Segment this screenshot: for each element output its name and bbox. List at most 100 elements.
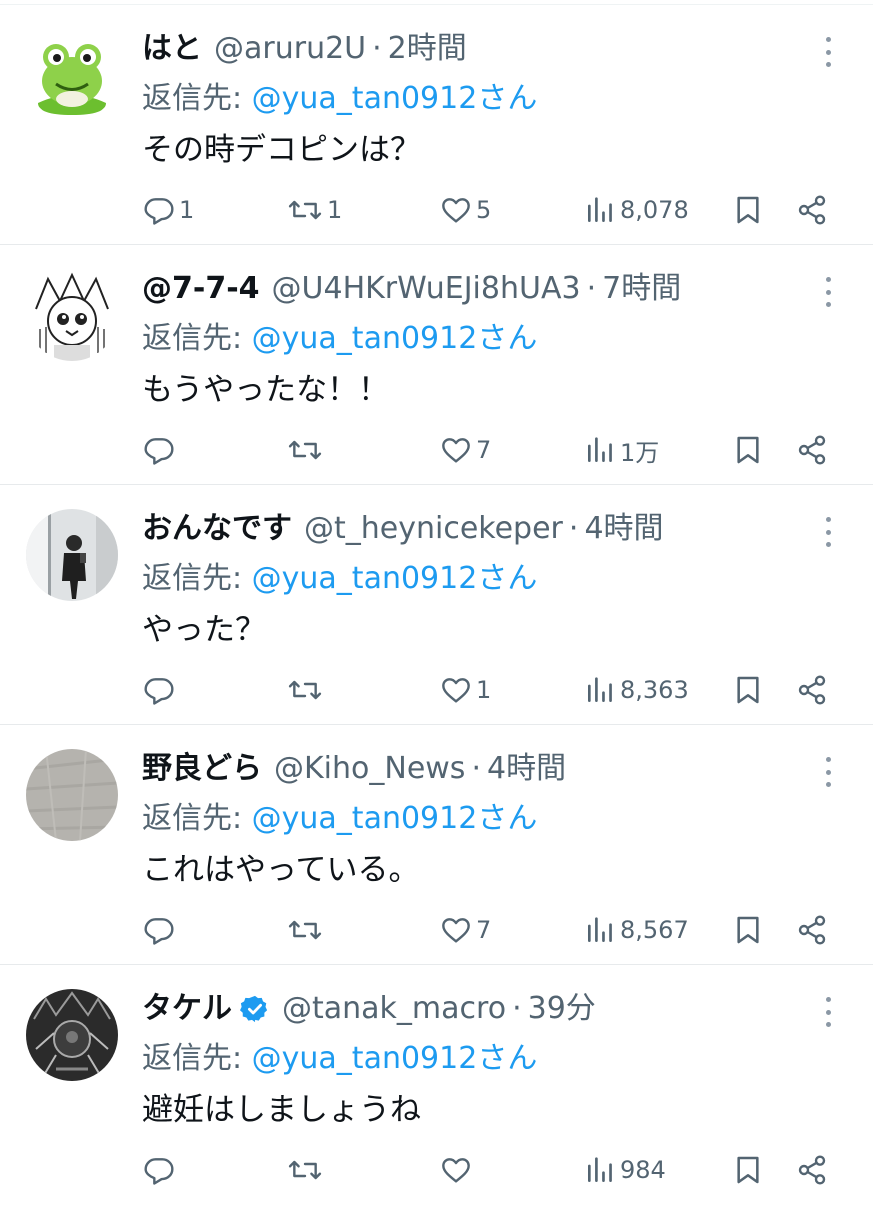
action-bar: 7 8,567 [0, 905, 873, 955]
action-bar: 1 1 5 8,078 [0, 185, 873, 235]
more-options-icon[interactable] [814, 755, 842, 789]
tweet-reply[interactable]: @7-7-4 @U4HKrWuEJi8hUA3 · 7時間 返信先: @yua_… [0, 245, 873, 485]
heart-icon [442, 918, 470, 943]
reply-target-link[interactable]: @yua_tan0912さん [252, 321, 538, 356]
reply-context: 返信先: @yua_tan0912さん [142, 1035, 537, 1083]
avatar[interactable] [26, 749, 118, 841]
bookmark-icon [737, 436, 759, 464]
reply-prefix: 返信先: [142, 801, 252, 836]
tweet-text: もうやったな！！ [142, 372, 390, 408]
display-name[interactable]: @7-7-4 [142, 265, 260, 313]
reply-button[interactable] [143, 905, 179, 955]
bookmark-button[interactable] [733, 665, 763, 715]
tweet-text: これはやっている。 [142, 852, 420, 888]
reply-target-link[interactable]: @yua_tan0912さん [252, 801, 538, 836]
reply-count: 1 [179, 196, 195, 224]
reply-button[interactable] [143, 425, 179, 475]
reply-prefix: 返信先: [142, 1041, 252, 1076]
views-button[interactable]: 1万 [584, 425, 659, 475]
share-button[interactable] [796, 665, 828, 715]
reply-prefix: 返信先: [142, 81, 252, 116]
user-handle[interactable]: @t_heynicekeper [304, 505, 563, 553]
display-name[interactable]: タケル [142, 985, 232, 1033]
like-button[interactable] [440, 1145, 476, 1195]
analytics-icon [588, 437, 612, 462]
share-button[interactable] [796, 425, 828, 475]
avatar[interactable] [26, 509, 118, 601]
heart-icon [442, 198, 470, 223]
timestamp[interactable]: 4時間 [584, 505, 663, 553]
action-bar: 7 1万 [0, 425, 873, 475]
view-count: 1万 [620, 438, 660, 467]
reply-prefix: 返信先: [142, 321, 252, 356]
reply-target-link[interactable]: @yua_tan0912さん [252, 561, 538, 596]
share-icon [798, 1155, 826, 1185]
retweet-icon [288, 440, 322, 460]
like-button[interactable]: 7 [440, 425, 491, 475]
tweet-reply[interactable]: 野良どら @Kiho_News · 4時間 返信先: @yua_tan0912さ… [0, 725, 873, 965]
avatar[interactable] [26, 269, 118, 361]
view-count: 984 [620, 1156, 666, 1184]
frog-avatar-icon [26, 29, 118, 121]
retweet-button[interactable]: 1 [287, 185, 342, 235]
more-options-icon[interactable] [814, 995, 842, 1029]
timestamp[interactable]: 4時間 [487, 745, 566, 793]
separator: · [586, 271, 597, 306]
tweet-header: タケル @tanak_macro · 39分 [142, 985, 596, 1033]
views-button[interactable]: 8,078 [584, 185, 689, 235]
user-handle[interactable]: @aruru2U [214, 25, 366, 73]
tweet-header: 野良どら @Kiho_News · 4時間 [142, 745, 566, 793]
timestamp[interactable]: 7時間 [602, 265, 681, 313]
more-options-icon[interactable] [814, 515, 842, 549]
like-count: 7 [476, 436, 492, 464]
share-button[interactable] [796, 905, 828, 955]
tweet-reply[interactable]: はと @aruru2U · 2時間 返信先: @yua_tan0912さん その… [0, 5, 873, 245]
bookmark-button[interactable] [733, 905, 763, 955]
tweet-header: @7-7-4 @U4HKrWuEJi8hUA3 · 7時間 [142, 265, 681, 313]
like-button[interactable]: 5 [440, 185, 491, 235]
user-handle[interactable]: @tanak_macro [282, 985, 506, 1033]
retweet-button[interactable] [287, 905, 327, 955]
display-name[interactable]: 野良どら [142, 745, 262, 793]
tweet-reply[interactable]: タケル @tanak_macro · 39分 返信先: @yua_tan0912… [0, 965, 873, 1205]
user-handle[interactable]: @Kiho_News [274, 745, 465, 793]
timestamp[interactable]: 39分 [528, 985, 596, 1033]
bookmark-button[interactable] [733, 185, 763, 235]
avatar[interactable] [26, 29, 118, 121]
reply-target-link[interactable]: @yua_tan0912さん [252, 81, 538, 116]
like-button[interactable]: 7 [440, 905, 491, 955]
share-button[interactable] [796, 1145, 828, 1195]
retweet-button[interactable] [287, 665, 327, 715]
more-options-icon[interactable] [814, 35, 842, 69]
like-button[interactable]: 1 [440, 665, 491, 715]
tweet-text: 避妊はしましょうね [142, 1092, 421, 1128]
reply-button[interactable] [143, 1145, 179, 1195]
reply-target-link[interactable]: @yua_tan0912さん [252, 1041, 538, 1076]
bookmark-button[interactable] [733, 425, 763, 475]
bookmark-button[interactable] [733, 1145, 763, 1195]
reply-button[interactable]: 1 [143, 185, 194, 235]
display-name[interactable]: はと [142, 25, 202, 73]
tweet-reply[interactable]: おんなです @t_heynicekeper · 4時間 返信先: @yua_ta… [0, 485, 873, 725]
share-icon [798, 675, 826, 705]
heart-icon [442, 1158, 470, 1183]
gray-texture-avatar-icon [26, 749, 118, 841]
retweet-icon [288, 680, 322, 700]
share-button[interactable] [796, 185, 828, 235]
analytics-icon [588, 197, 612, 222]
dark-art-avatar-icon [26, 989, 118, 1081]
more-options-icon[interactable] [814, 275, 842, 309]
reply-button[interactable] [143, 665, 179, 715]
user-handle[interactable]: @U4HKrWuEJi8hUA3 [272, 265, 581, 313]
views-button[interactable]: 984 [584, 1145, 666, 1195]
display-name[interactable]: おんなです [142, 505, 292, 553]
retweet-button[interactable] [287, 1145, 327, 1195]
retweet-button[interactable] [287, 425, 327, 475]
separator: · [512, 991, 522, 1026]
reply-icon [144, 678, 174, 705]
views-button[interactable]: 8,567 [584, 905, 689, 955]
reply-icon [144, 1158, 174, 1185]
avatar[interactable] [26, 989, 118, 1081]
timestamp[interactable]: 2時間 [388, 25, 467, 73]
views-button[interactable]: 8,363 [584, 665, 689, 715]
